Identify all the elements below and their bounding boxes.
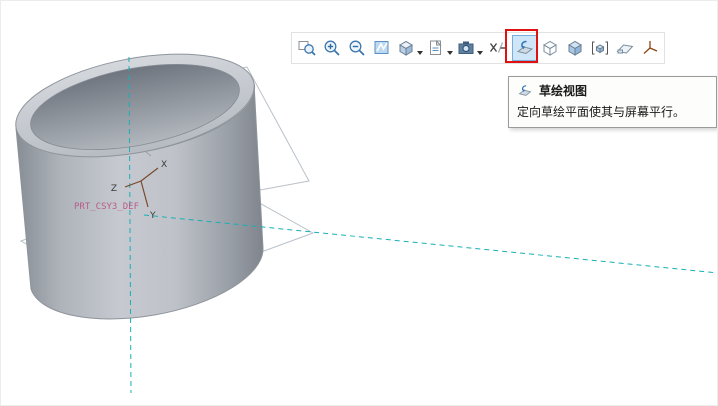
- saved-orientations-icon: [456, 38, 476, 58]
- repaint-icon: [372, 38, 392, 58]
- cylinder-model[interactable]: [7, 37, 263, 319]
- named-views-button[interactable]: [587, 35, 612, 61]
- plane-display-button[interactable]: [612, 35, 637, 61]
- datum-display-button[interactable]: [537, 35, 562, 61]
- repaint-button[interactable]: [369, 35, 394, 61]
- zoom-region-button[interactable]: [294, 35, 319, 61]
- datum-display-toggle-icon: [487, 38, 507, 58]
- axis-x-label: X: [161, 160, 167, 170]
- csys-display-icon: [640, 38, 660, 58]
- tooltip-title-row: 草绘视图: [517, 82, 708, 99]
- display-style-icon: [396, 38, 416, 58]
- tooltip: 草绘视图 定向草绘平面使其与屏幕平行。: [508, 76, 717, 128]
- graphics-area: Z X Y PRT_CSY3_DEF: [0, 0, 718, 406]
- datum-display-icon: [540, 38, 560, 58]
- section-view-icon: [426, 38, 446, 58]
- named-views-icon: [590, 38, 610, 58]
- view-toolbar: [291, 32, 665, 64]
- zoom-region-icon: [297, 38, 317, 58]
- sketch-view-icon: [517, 83, 533, 99]
- tooltip-description: 定向草绘平面使其与屏幕平行。: [517, 103, 708, 120]
- zoom-in-icon: [322, 38, 342, 58]
- zoom-out-button[interactable]: [344, 35, 369, 61]
- zoom-out-icon: [347, 38, 367, 58]
- axis-y-label: Y: [149, 211, 156, 221]
- shaded-view-button[interactable]: [562, 35, 587, 61]
- highlight-rectangle: [505, 29, 538, 63]
- zoom-in-button[interactable]: [319, 35, 344, 61]
- chevron-down-icon: [447, 51, 453, 55]
- tooltip-title: 草绘视图: [539, 82, 587, 99]
- csys-display-button[interactable]: [637, 35, 662, 61]
- plane-display-icon: [615, 38, 635, 58]
- shaded-view-icon: [565, 38, 585, 58]
- display-style-button[interactable]: [394, 35, 424, 61]
- section-view-button[interactable]: [424, 35, 454, 61]
- axis-z-label: Z: [111, 184, 117, 194]
- chevron-down-icon: [417, 51, 423, 55]
- chevron-down-icon: [477, 51, 483, 55]
- csys-label[interactable]: PRT_CSY3_DEF: [74, 202, 139, 212]
- saved-orientations-button[interactable]: [454, 35, 484, 61]
